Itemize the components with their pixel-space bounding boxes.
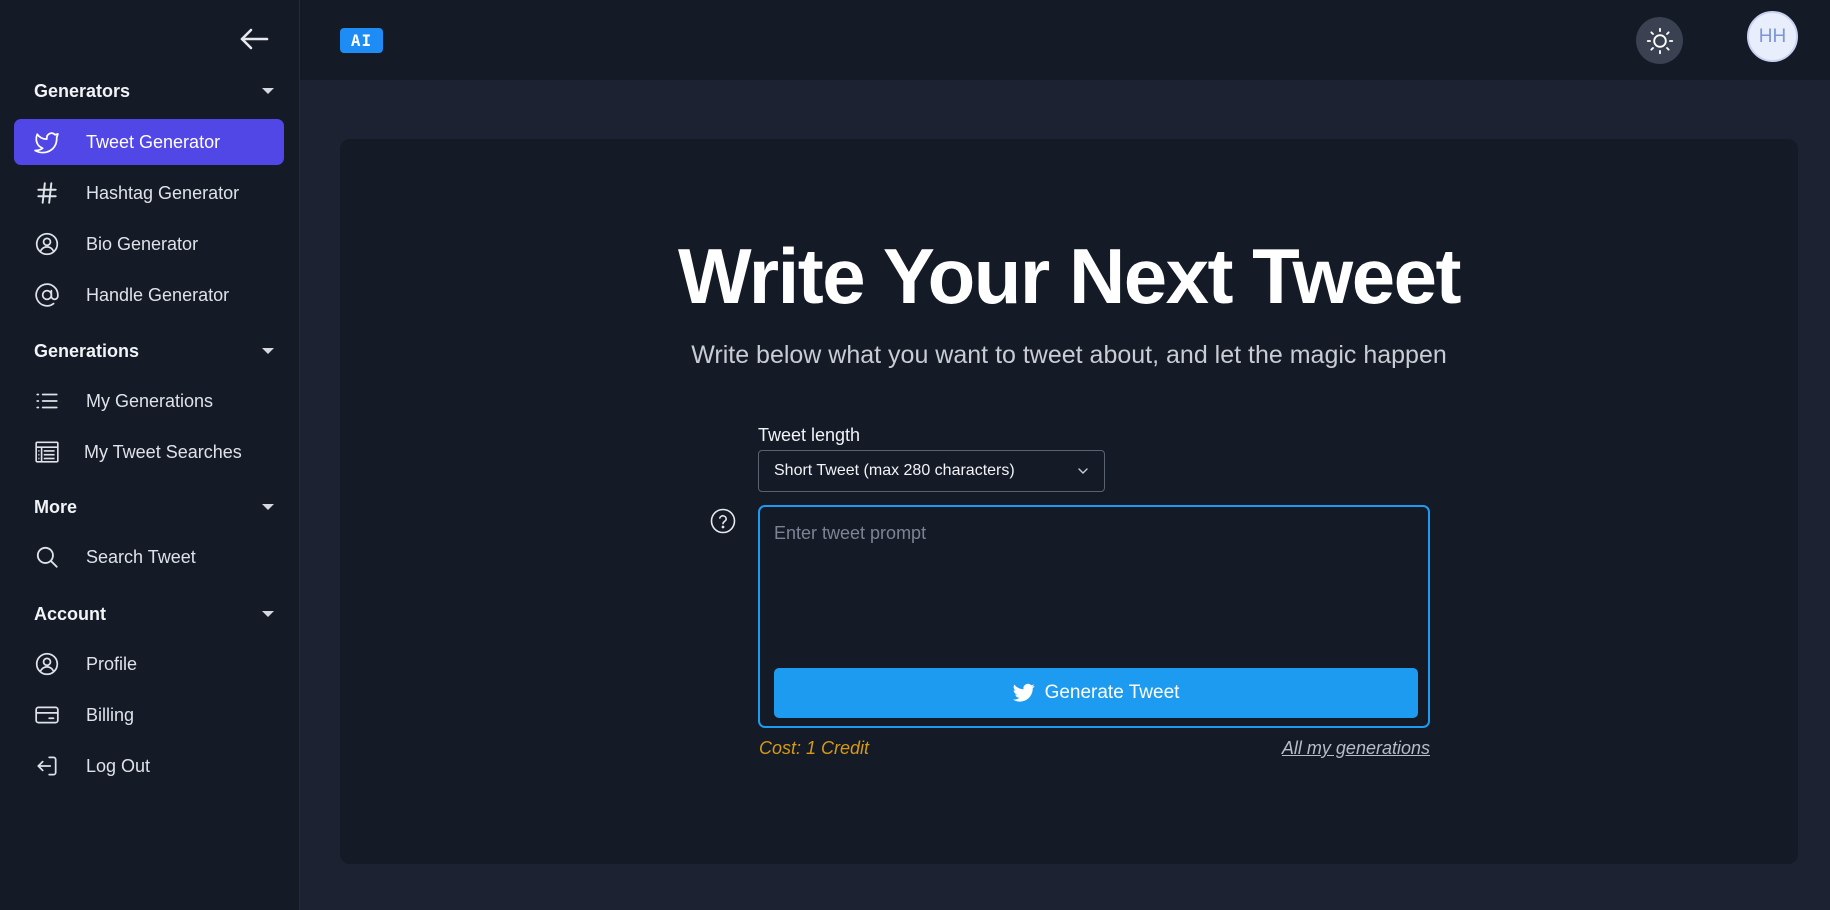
sidebar-item-hashtag-generator[interactable]: Hashtag Generator — [14, 170, 284, 216]
search-icon — [34, 544, 60, 570]
tweet-prompt-input[interactable] — [760, 507, 1428, 657]
section-title: More — [34, 496, 78, 517]
sidebar-item-search-tweet[interactable]: Search Tweet — [14, 534, 284, 580]
generate-tweet-button[interactable]: Generate Tweet — [774, 668, 1418, 718]
sidebar-item-label: Billing — [86, 704, 135, 725]
sidebar-item-label: Handle Generator — [86, 284, 230, 305]
sidebar-item-label: Search Tweet — [86, 546, 196, 567]
twitter-bird-icon — [34, 129, 60, 155]
help-icon[interactable] — [710, 508, 736, 534]
collapse-sidebar-button[interactable] — [238, 24, 270, 54]
section-more[interactable]: More — [34, 495, 280, 519]
caret-down-icon — [262, 504, 274, 510]
hashtag-icon — [34, 180, 60, 206]
credit-card-icon — [34, 702, 60, 728]
prompt-box: Generate Tweet — [758, 505, 1430, 728]
tweet-length-label: Tweet length — [758, 425, 861, 445]
sidebar-item-label: Hashtag Generator — [86, 182, 240, 203]
sidebar-item-label: Bio Generator — [86, 233, 199, 254]
list-icon — [34, 388, 60, 414]
section-title: Account — [34, 603, 106, 624]
chevron-down-icon — [1078, 468, 1088, 474]
at-sign-icon — [34, 282, 60, 308]
section-generators[interactable]: Generators — [34, 79, 280, 103]
tweet-generator-card: Write Your Next Tweet Write below what y… — [340, 139, 1798, 864]
sidebar-item-bio-generator[interactable]: Bio Generator — [14, 221, 284, 267]
theme-toggle-button[interactable] — [1636, 17, 1683, 64]
user-circle-icon — [34, 231, 60, 257]
twitter-bird-icon — [1012, 683, 1035, 702]
caret-down-icon — [262, 348, 274, 354]
sidebar-item-profile[interactable]: Profile — [14, 641, 284, 687]
cost-label: Cost: 1 Credit — [759, 738, 870, 758]
tweet-length-select[interactable]: Short Tweet (max 280 characters) — [758, 450, 1105, 492]
sidebar-item-tweet-generator[interactable]: Tweet Generator — [14, 119, 284, 165]
page-title: Write Your Next Tweet — [678, 232, 1461, 320]
sidebar: Generators Tweet Generator Hashtag Gener… — [0, 0, 300, 910]
section-generations[interactable]: Generations — [34, 339, 280, 363]
section-title: Generations — [34, 340, 140, 361]
avatar[interactable]: HH — [1747, 11, 1798, 62]
generate-tweet-label: Generate Tweet — [1044, 682, 1180, 703]
caret-down-icon — [262, 88, 274, 94]
sidebar-item-billing[interactable]: Billing — [14, 692, 284, 738]
tweet-length-value: Short Tweet (max 280 characters) — [774, 462, 1015, 479]
page-subtitle: Write below what you want to tweet about… — [691, 341, 1447, 369]
sidebar-item-handle-generator[interactable]: Handle Generator — [14, 272, 284, 318]
top-bar: AI HH — [300, 0, 1830, 80]
caret-down-icon — [262, 611, 274, 617]
sidebar-item-my-tweet-searches[interactable]: My Tweet Searches — [14, 429, 284, 475]
sun-icon — [1646, 27, 1673, 54]
table-icon — [34, 439, 60, 465]
section-title: Generators — [34, 80, 131, 101]
sidebar-item-my-generations[interactable]: My Generations — [14, 378, 284, 424]
sidebar-item-label: Tweet Generator — [86, 131, 221, 152]
arrow-left-icon — [240, 28, 269, 50]
all-generations-link[interactable]: All my generations — [1282, 738, 1430, 759]
sidebar-item-label: Log Out — [86, 755, 151, 776]
logout-icon — [34, 753, 60, 779]
sidebar-item-label: Profile — [86, 653, 138, 674]
sidebar-item-label: My Generations — [86, 390, 214, 411]
ai-badge: AI — [340, 28, 383, 53]
sidebar-item-log-out[interactable]: Log Out — [14, 743, 284, 789]
user-circle-icon — [34, 651, 60, 677]
section-account[interactable]: Account — [34, 602, 280, 626]
sidebar-item-label: My Tweet Searches — [84, 441, 242, 462]
